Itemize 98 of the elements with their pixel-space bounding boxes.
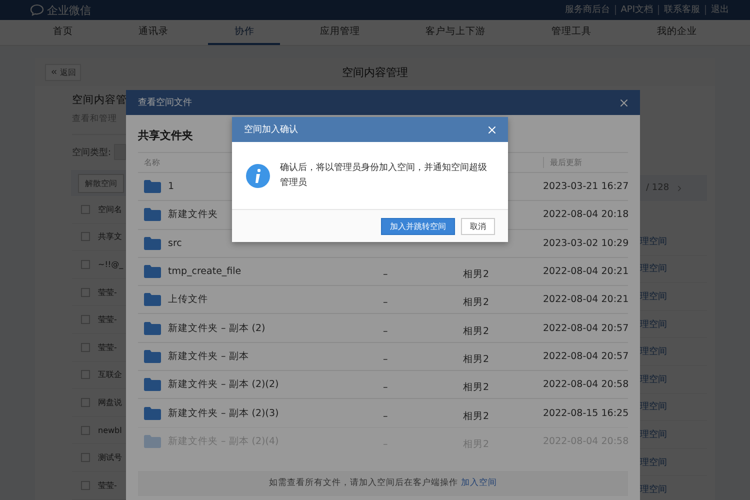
column-header: 空间名 bbox=[98, 204, 122, 215]
folder-icon bbox=[144, 378, 161, 392]
nav-tab[interactable]: 客户与上下游 bbox=[400, 20, 512, 45]
manage-link[interactable]: 理空间 bbox=[640, 262, 667, 276]
file-name[interactable]: 新建文件夹 bbox=[168, 208, 218, 222]
table-cell: 莹莹- bbox=[98, 314, 117, 326]
table-cell: 2022-08-04 20:21 bbox=[543, 266, 628, 278]
chat-bubble-logo-icon bbox=[30, 4, 44, 16]
folder-icon bbox=[144, 350, 161, 363]
page-title: 空间内容管理 bbox=[342, 64, 408, 80]
join-link[interactable]: 加入空间 bbox=[461, 477, 497, 490]
nav-tab[interactable]: 首页 bbox=[26, 20, 99, 45]
folder-icon bbox=[144, 265, 161, 278]
table-cell: 测试号 bbox=[98, 452, 122, 464]
file-name[interactable]: tmp_create_file bbox=[168, 266, 242, 278]
folder-heading: 共享文件夹 bbox=[138, 128, 193, 143]
primary-button[interactable]: 加入并跳转空间 bbox=[381, 218, 455, 234]
file-row[interactable]: tmp_create_file – 相男2 2022-08-04 20:21 bbox=[138, 256, 628, 286]
folder-icon bbox=[144, 236, 161, 250]
table-cell: 2022-08-04 20:18 bbox=[543, 209, 628, 220]
table-cell: 2022-08-04 20:58 bbox=[543, 379, 628, 390]
manage-link[interactable]: 理空间 bbox=[640, 400, 667, 414]
table-cell: – bbox=[383, 438, 388, 450]
table-cell: 2023-03-02 10:29 bbox=[543, 238, 628, 249]
space-type-select[interactable] bbox=[114, 144, 126, 160]
table-cell: newbl bbox=[98, 426, 122, 435]
column-header: 名称 bbox=[143, 157, 160, 168]
close-button[interactable] bbox=[486, 124, 498, 136]
close-button[interactable] bbox=[618, 96, 630, 108]
back-button[interactable]: 返回 bbox=[45, 64, 81, 80]
nav-tab[interactable]: 管理工具 bbox=[525, 20, 618, 45]
section-heading: 空间内容管 bbox=[72, 93, 126, 107]
table-cell: – bbox=[383, 326, 388, 337]
table-cell: 互联企 bbox=[98, 369, 122, 380]
table-cell: 相男2 bbox=[463, 354, 490, 365]
file-row[interactable]: 新建文件夹 – 副本 (2) – 相男2 2022-08-04 20:57 bbox=[138, 313, 628, 342]
table-cell: 2022-08-04 20:21 bbox=[543, 294, 628, 306]
cancel-button[interactable]: 取消 bbox=[461, 218, 495, 234]
manage-link[interactable]: 理空间 bbox=[640, 290, 667, 303]
file-name[interactable]: 新建文件夹 – 副本 (2)(3) bbox=[168, 406, 279, 420]
nav-tab[interactable]: 应用管理 bbox=[294, 20, 386, 45]
double-chevron-icon bbox=[50, 68, 58, 76]
table-cell: 相男2 bbox=[463, 326, 490, 337]
manage-link[interactable]: 理空间 bbox=[640, 483, 667, 496]
table-cell: 莹莹- bbox=[98, 480, 117, 491]
table-cell: 相男2 bbox=[463, 410, 490, 422]
nav-tab[interactable]: 我的企业 bbox=[631, 20, 724, 45]
file-name[interactable]: 新建文件夹 – 副本 bbox=[168, 350, 249, 363]
folder-icon bbox=[144, 208, 161, 222]
file-row[interactable]: 新建文件夹 – 副本 (2)(3) – 相男2 2022-08-15 16:25 bbox=[138, 398, 628, 427]
logo-text: 企业微信 bbox=[47, 2, 91, 18]
notice-text: 如需查看所有文件，请加入空间后在客户端操作 bbox=[269, 477, 458, 490]
file-name[interactable]: src bbox=[168, 238, 182, 249]
table-cell: 莹莹- bbox=[98, 342, 117, 353]
table-cell: 共享文 bbox=[98, 231, 122, 242]
table-cell: 相男2 bbox=[463, 297, 490, 308]
folder-icon bbox=[144, 293, 161, 306]
table-cell: 网盘说 bbox=[98, 396, 122, 408]
file-name[interactable]: 新建文件夹 – 副本 (2)(2) bbox=[168, 378, 279, 392]
file-name[interactable]: 1 bbox=[168, 181, 174, 192]
table-cell: – bbox=[383, 297, 388, 308]
manage-link[interactable]: 理空间 bbox=[640, 318, 667, 331]
file-name[interactable]: 新建文件夹 – 副本 (2) bbox=[168, 322, 266, 335]
file-name[interactable]: 上传文件 bbox=[168, 293, 208, 306]
table-cell: – bbox=[383, 382, 388, 394]
table-cell: – bbox=[383, 269, 388, 280]
top-link[interactable]: API文档 bbox=[614, 5, 658, 15]
file-row[interactable]: 新建文件夹 – 副本 – 相男2 2022-08-04 20:57 bbox=[138, 342, 628, 370]
table-cell: 2022-08-15 16:25 bbox=[543, 408, 628, 419]
manage-link[interactable]: 理空间 bbox=[640, 372, 667, 386]
table-cell: 2022-08-04 20:57 bbox=[543, 322, 628, 334]
table-cell: ~!!@_ bbox=[98, 260, 124, 269]
file-row[interactable]: 新建文件夹 – 副本 (2)(2) – 相男2 2022-08-04 20:58 bbox=[138, 370, 628, 398]
confirm-message: 确认后，将以管理员身份加入空间，并通知空间超级管理员 bbox=[280, 162, 488, 190]
table-cell: 2022-08-04 20:57 bbox=[543, 350, 628, 362]
manage-link[interactable]: 理空间 bbox=[640, 345, 667, 358]
folder-icon bbox=[144, 322, 161, 335]
nav-tab[interactable]: 通讯录 bbox=[112, 20, 195, 45]
folder-icon bbox=[144, 406, 161, 420]
table-cell: – bbox=[383, 410, 388, 422]
manage-link[interactable]: 理空间 bbox=[640, 456, 667, 469]
column-header: 最后更新 bbox=[543, 157, 582, 168]
dialog-title: 空间加入确认 bbox=[244, 124, 298, 136]
manage-link[interactable]: 理空间 bbox=[640, 234, 667, 248]
top-link[interactable]: 退出 bbox=[705, 5, 734, 15]
folder-icon bbox=[144, 180, 161, 194]
table-cell: 相男2 bbox=[463, 382, 490, 394]
table-cell: 2023-03-21 16:27 bbox=[543, 181, 628, 192]
nav-tab[interactable]: 协作 bbox=[208, 20, 280, 45]
table-cell: 莹莹- bbox=[98, 286, 117, 298]
manage-link[interactable]: 理空间 bbox=[640, 428, 667, 441]
table-cell: – bbox=[383, 354, 388, 365]
top-link[interactable]: 服务商后台 bbox=[560, 5, 615, 15]
table-cell: 相男2 bbox=[463, 269, 490, 280]
info-icon bbox=[246, 164, 270, 188]
dialog-title: 查看空间文件 bbox=[138, 96, 192, 109]
file-row[interactable]: 上传文件 – 相男2 2022-08-04 20:21 bbox=[138, 285, 628, 314]
top-link[interactable]: 联系客服 bbox=[658, 5, 705, 15]
